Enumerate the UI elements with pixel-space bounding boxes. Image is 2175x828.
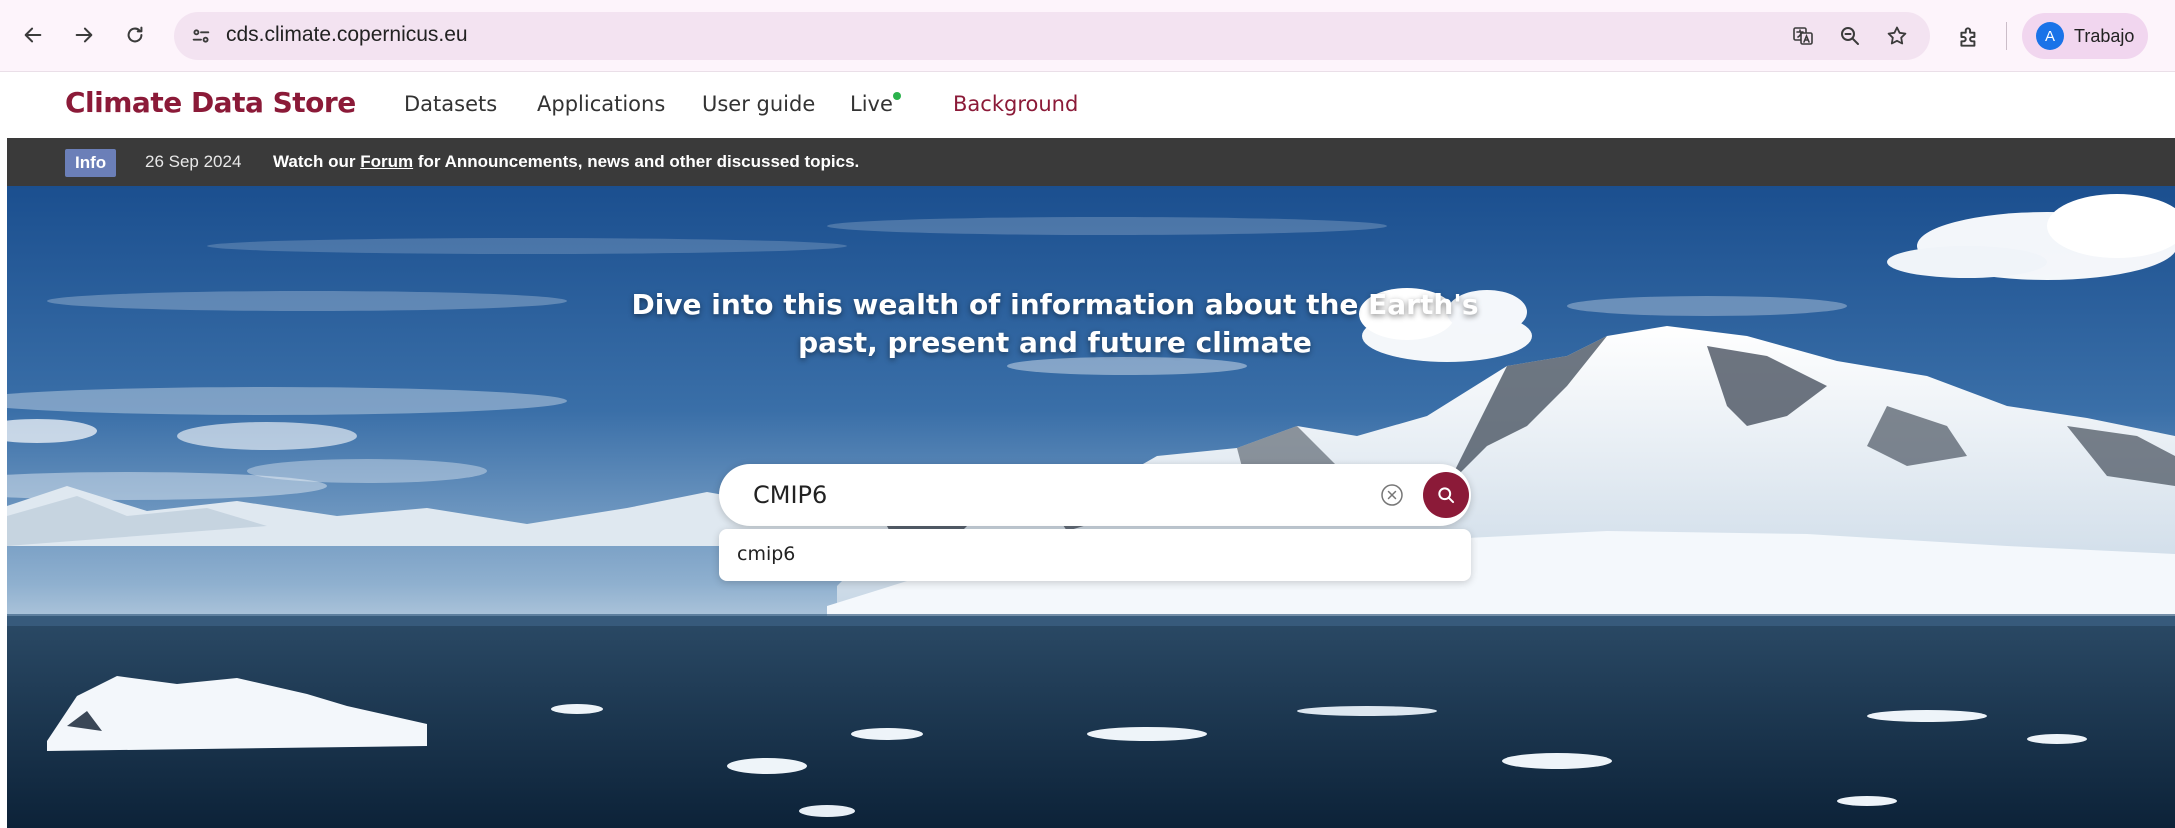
suggestion-item[interactable]: cmip6 bbox=[737, 543, 795, 565]
nav-user-guide[interactable]: User guide bbox=[702, 92, 815, 116]
search-input[interactable] bbox=[753, 477, 1353, 513]
address-bar[interactable]: cds.climate.copernicus.eu bbox=[174, 12, 1930, 60]
site-header: Climate Data Store Datasets Applications… bbox=[7, 72, 2175, 138]
profile-button[interactable]: A Trabajo bbox=[2022, 13, 2148, 59]
nav-applications[interactable]: Applications bbox=[537, 92, 665, 116]
forward-arrow-icon[interactable] bbox=[67, 18, 101, 52]
bookmark-star-icon[interactable] bbox=[1882, 21, 1912, 51]
forum-link[interactable]: Forum bbox=[360, 152, 413, 171]
hero-section: Dive into this wealth of information abo… bbox=[7, 186, 2175, 828]
search-suggestions: cmip6 bbox=[719, 529, 1471, 581]
reload-icon[interactable] bbox=[118, 18, 152, 52]
hero-title: Dive into this wealth of information abo… bbox=[575, 286, 1535, 362]
info-banner: Info 26 Sep 2024 Watch our Forum for Ann… bbox=[7, 138, 2175, 186]
toolbar-divider bbox=[2006, 22, 2007, 50]
search-icon bbox=[1438, 487, 1455, 504]
nav-datasets[interactable]: Datasets bbox=[404, 92, 497, 116]
extensions-icon[interactable] bbox=[1953, 21, 1985, 53]
site-info-icon[interactable] bbox=[184, 19, 218, 53]
profile-name: Trabajo bbox=[2074, 25, 2135, 46]
clear-icon[interactable] bbox=[1380, 483, 1404, 507]
hero-title-line2: past, present and future climate bbox=[798, 326, 1312, 359]
hero-title-line1: Dive into this wealth of information abo… bbox=[631, 288, 1479, 321]
search-button[interactable] bbox=[1423, 472, 1469, 518]
info-badge: Info bbox=[65, 149, 117, 177]
search-box bbox=[719, 464, 1471, 526]
info-date: 26 Sep 2024 bbox=[145, 152, 242, 171]
live-indicator-dot bbox=[893, 92, 901, 100]
translate-icon[interactable] bbox=[1788, 21, 1818, 51]
url-text[interactable]: cds.climate.copernicus.eu bbox=[226, 23, 468, 47]
zoom-icon[interactable] bbox=[1835, 21, 1865, 51]
info-message: Watch our Forum for Announcements, news … bbox=[273, 152, 859, 172]
browser-toolbar: cds.climate.copernicus.eu A Trabajo bbox=[0, 0, 2175, 72]
avatar: A bbox=[2036, 22, 2064, 50]
back-arrow-icon[interactable] bbox=[16, 18, 50, 52]
nav-live[interactable]: Live bbox=[850, 92, 893, 116]
info-message-suffix: for Announcements, news and other discus… bbox=[413, 152, 860, 171]
info-message-prefix: Watch our bbox=[273, 152, 361, 171]
nav-background[interactable]: Background bbox=[953, 92, 1078, 116]
site-logo[interactable]: Climate Data Store bbox=[65, 86, 356, 119]
